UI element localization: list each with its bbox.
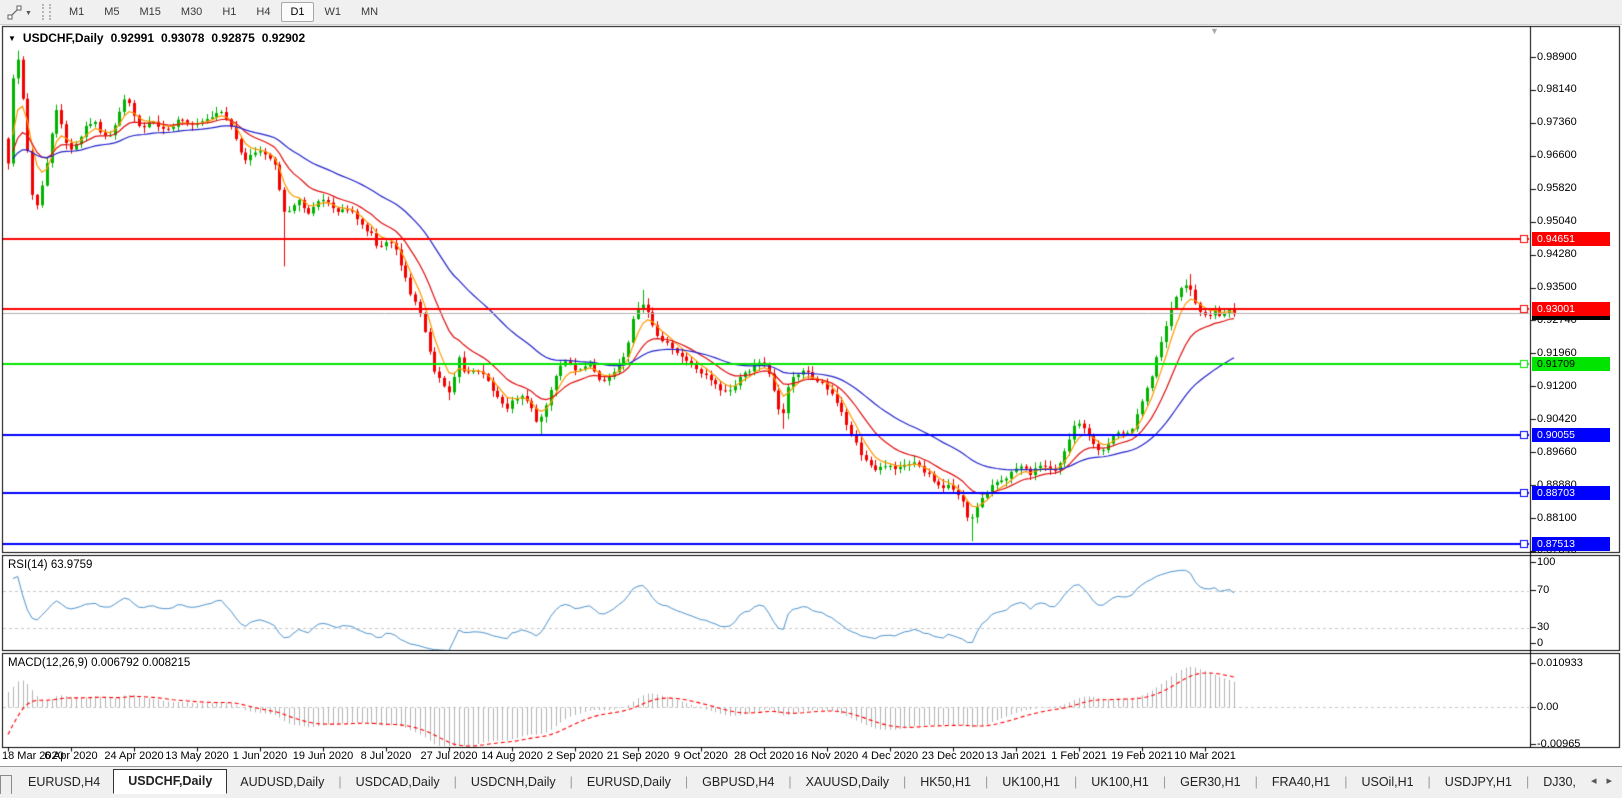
date-axis-label: 2 Sep 2020	[547, 750, 603, 763]
timeframe-button-mn[interactable]: MN	[352, 2, 387, 22]
date-axis-label: 16 Nov 2020	[796, 750, 858, 763]
chart-tab-xauusd-daily[interactable]: XAUUSD,Daily	[793, 771, 902, 794]
date-axis-label: 28 Oct 2020	[734, 750, 794, 763]
date-axis-label: 21 Sep 2020	[607, 750, 669, 763]
price-level-tag[interactable]: 0.88703	[1532, 486, 1610, 500]
price-axis-label: 0.88100	[1537, 512, 1577, 525]
tab-scroll-right-icon[interactable]: ▸	[1606, 774, 1612, 787]
date-axis-label: 8 Jul 2020	[361, 750, 412, 763]
price-level-tag[interactable]: 0.94651	[1532, 232, 1610, 246]
date-axis-label: 23 Dec 2020	[922, 750, 984, 763]
chart-tab-usoil-h1[interactable]: USOil,H1	[1348, 771, 1426, 794]
date-axis-label: 13 Jan 2021	[986, 750, 1047, 763]
timeframe-button-m1[interactable]: M1	[60, 2, 93, 22]
chart-tab-fra40-h1[interactable]: FRA40,H1	[1259, 771, 1343, 794]
macd-axis-label: 0.010933	[1537, 657, 1583, 670]
rsi-indicator-label: RSI(14) 63.9759	[8, 559, 92, 571]
ohlc-high: 0.93078	[161, 31, 204, 45]
chart-tab-gbpusd-h4[interactable]: GBPUSD,H4	[689, 771, 787, 794]
date-axis-label: 24 Apr 2020	[104, 750, 163, 763]
price-axis-label: 0.98900	[1537, 51, 1577, 64]
chart-tab-usdchf-daily[interactable]: USDCHF,Daily	[113, 769, 227, 794]
chart-tab-usdjpy-h1[interactable]: USDJPY,H1	[1432, 771, 1525, 794]
date-axis-label: 13 May 2020	[165, 750, 229, 763]
price-axis-label: 0.96600	[1537, 149, 1577, 162]
chart-tab-eurusd-h4[interactable]: EURUSD,H4	[15, 771, 113, 794]
date-axis-label: 19 Jun 2020	[293, 750, 354, 763]
chart-tab-dj30-weekly[interactable]: DJ30,Weekly	[1530, 771, 1576, 794]
timeframe-button-h4[interactable]: H4	[247, 2, 279, 22]
trendline-cursor-icon[interactable]	[4, 3, 24, 21]
tab-scroll-left-icon[interactable]: ◂	[1591, 774, 1597, 787]
price-axis-label: 0.89660	[1537, 446, 1577, 459]
price-axis-label: 0.95040	[1537, 215, 1577, 228]
chart-tab-audusd-daily[interactable]: AUDUSD,Daily	[227, 771, 337, 794]
date-axis-label: 14 Aug 2020	[481, 750, 543, 763]
date-axis-label: 27 Jul 2020	[421, 750, 478, 763]
timeframe-button-m15[interactable]: M15	[131, 2, 170, 22]
date-axis-label: 9 Oct 2020	[674, 750, 728, 763]
tab-arrows: ◂ ▸	[1576, 767, 1622, 794]
macd-axis-label: 0.00	[1537, 701, 1558, 714]
chart-tab-usdcad-daily[interactable]: USDCAD,Daily	[343, 771, 453, 794]
ohlc-low: 0.92875	[211, 31, 254, 45]
tool-dropdown-icon[interactable]: ▼	[25, 10, 32, 17]
price-axis-label: 0.95820	[1537, 182, 1577, 195]
price-level-tag[interactable]: 0.87513	[1532, 537, 1610, 551]
chart-title: ▼ USDCHF,Daily 0.92991 0.93078 0.92875 0…	[8, 31, 305, 45]
toolbar-drag-handle[interactable]	[42, 4, 51, 20]
price-level-tag[interactable]: 0.90055	[1532, 428, 1610, 442]
timeframe-button-m30[interactable]: M30	[172, 2, 211, 22]
rsi-axis-label: 30	[1537, 621, 1549, 634]
ohlc-close: 0.92902	[262, 31, 305, 45]
chart-collapse-icon[interactable]: ▼	[8, 34, 16, 43]
ohlc-open: 0.92991	[111, 31, 154, 45]
price-axis-label: 0.98140	[1537, 83, 1577, 96]
price-level-tag[interactable]: 0.93001	[1532, 302, 1610, 316]
chart-shift-marker-icon[interactable]: ▼	[1210, 26, 1219, 36]
chart-tab-bar: EURUSD,H4USDCHF,DailyAUDUSD,Daily|USDCAD…	[0, 766, 1622, 794]
rsi-axis-label: 0	[1537, 637, 1543, 650]
price-axis-label: 0.93500	[1537, 281, 1577, 294]
chart-tab-eurusd-daily[interactable]: EURUSD,Daily	[574, 771, 684, 794]
date-axis-label: 1 Feb 2021	[1051, 750, 1107, 763]
price-axis-label: 0.97360	[1537, 116, 1577, 129]
chart-tab-uk100-h1[interactable]: UK100,H1	[1078, 771, 1162, 794]
timeframe-button-h1[interactable]: H1	[213, 2, 245, 22]
timeframe-button-w1[interactable]: W1	[316, 2, 351, 22]
price-axis-label: 0.94280	[1537, 248, 1577, 261]
timeframe-toolbar: ▼ M1M5M15M30H1H4D1W1MN	[0, 0, 1622, 25]
price-level-tag[interactable]: 0.91709	[1532, 357, 1610, 371]
chart-canvas[interactable]	[0, 0, 1622, 798]
timeframe-button-d1[interactable]: D1	[281, 2, 313, 22]
tab-list: EURUSD,H4USDCHF,DailyAUDUSD,Daily|USDCAD…	[15, 767, 1576, 794]
chart-tab-uk100-h1[interactable]: UK100,H1	[989, 771, 1073, 794]
tab-stub[interactable]	[0, 775, 12, 794]
price-axis-label: 0.90420	[1537, 413, 1577, 426]
date-axis-label: 19 Feb 2021	[1111, 750, 1173, 763]
chart-symbol-label: USDCHF,Daily	[23, 31, 104, 45]
chart-tab-ger30-h1[interactable]: GER30,H1	[1167, 771, 1253, 794]
date-axis-label: 6 Apr 2020	[44, 750, 97, 763]
price-axis-label: 0.91200	[1537, 380, 1577, 393]
timeframe-button-m5[interactable]: M5	[95, 2, 128, 22]
date-axis-label: 10 Mar 2021	[1174, 750, 1236, 763]
chart-tab-usdcnh-daily[interactable]: USDCNH,Daily	[458, 771, 569, 794]
chart-tab-hk50-h1[interactable]: HK50,H1	[907, 771, 984, 794]
date-axis-label: 1 Jun 2020	[233, 750, 287, 763]
rsi-axis-label: 70	[1537, 584, 1549, 597]
date-axis-label: 4 Dec 2020	[862, 750, 918, 763]
rsi-axis-label: 100	[1537, 556, 1555, 569]
macd-axis-label: -0.00965	[1537, 738, 1580, 751]
macd-indicator-label: MACD(12,26,9) 0.006792 0.008215	[8, 657, 190, 669]
timeframe-buttons: M1M5M15M30H1H4D1W1MN	[59, 2, 388, 22]
